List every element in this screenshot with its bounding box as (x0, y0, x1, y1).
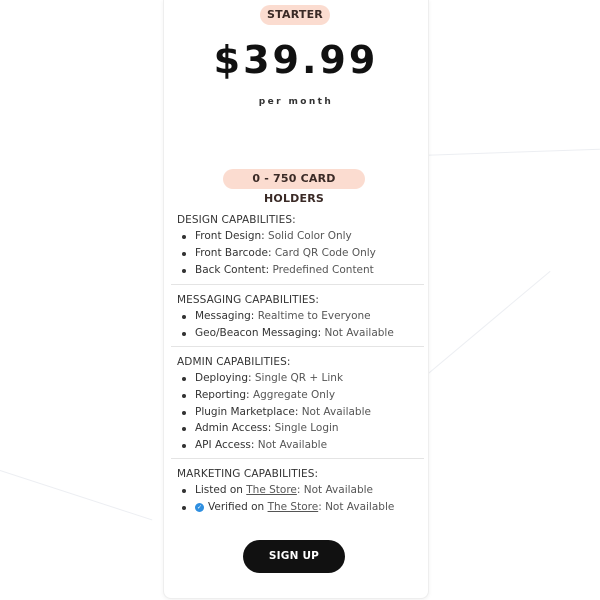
list-item: Front Barcode: Card QR Code Only (177, 245, 425, 262)
bullet-icon (182, 315, 186, 319)
item-label: Verified on (208, 500, 265, 513)
list-item: Admin Access: Single Login (177, 420, 425, 437)
bullet-icon (182, 331, 186, 336)
bullet-icon (182, 444, 186, 449)
the-store-link[interactable]: The Store (246, 484, 297, 496)
list-item: Reporting: Aggregate Only (177, 387, 425, 404)
item-value: Aggregate Only (252, 388, 336, 401)
item-value: Not Available (257, 439, 328, 452)
item-value: : Not Available (296, 484, 374, 496)
item-label: Listed on (195, 484, 243, 496)
section-title: DESIGN CAPABILITIES: (177, 214, 296, 226)
list-item: Listed on The Store: Not Available (177, 482, 425, 499)
item-label: Messaging: (195, 310, 255, 322)
background-line (419, 270, 551, 381)
background-line (419, 148, 600, 156)
divider (171, 284, 424, 285)
item-label: Front Design: (195, 230, 265, 242)
bullet-icon (182, 235, 186, 239)
item-value: Solid Color Only (268, 230, 352, 242)
list-item: Back Content: Predefined Content (177, 262, 425, 279)
bullet-icon (182, 427, 186, 432)
list-item: Deploying: Single QR + Link (177, 370, 425, 387)
item-label: Reporting: (195, 388, 250, 401)
list-item: Front Design: Solid Color Only (177, 228, 425, 245)
bullet-icon (182, 410, 186, 415)
item-value: Single QR + Link (254, 372, 344, 384)
marketing-capabilities-section: MARKETING CAPABILITIES: Listed on The St… (177, 466, 425, 516)
divider (171, 458, 424, 459)
section-title: ADMIN CAPABILITIES: (177, 356, 291, 368)
item-label: Plugin Marketplace: (195, 405, 299, 418)
item-value: Card QR Code Only (274, 246, 376, 259)
bullet-icon (182, 268, 186, 273)
item-value: : Not Available (318, 500, 395, 513)
bullet-icon (182, 393, 186, 398)
bullet-icon (182, 377, 186, 381)
divider (171, 346, 424, 347)
section-title: MESSAGING CAPABILITIES: (177, 294, 320, 306)
billing-period: per month (258, 97, 334, 107)
list-item: Messaging: Realtime to Everyone (177, 308, 425, 325)
bullet-icon (182, 505, 186, 510)
capability-list: Messaging: Realtime to Everyone Geo/Beac… (177, 308, 425, 342)
item-label: Admin Access: (195, 422, 272, 435)
capability-list: Listed on The Store: Not Available ✓ Veri… (177, 482, 425, 516)
messaging-capabilities-section: MESSAGING CAPABILITIES: Messaging: Realt… (177, 292, 425, 342)
verified-check-icon: ✓ (195, 502, 204, 512)
item-value: Not Available (301, 405, 371, 418)
card-holders-badge: 0 - 750 CARD HOLDERS (223, 169, 365, 205)
section-title: MARKETING CAPABILITIES: (177, 468, 319, 480)
admin-capabilities-section: ADMIN CAPABILITIES: Deploying: Single QR… (177, 354, 425, 454)
the-store-link[interactable]: The Store (268, 501, 319, 513)
list-item: Geo/Beacon Messaging: Not Available (177, 325, 425, 342)
plan-badge: STARTER (260, 5, 330, 25)
item-value: Realtime to Everyone (257, 310, 371, 322)
bullet-icon (182, 489, 186, 493)
sign-up-button[interactable]: SIGN UP (243, 540, 345, 573)
list-item: ✓ Verified on The Store: Not Available (177, 499, 425, 516)
item-value: Predefined Content (272, 263, 374, 276)
price: $39.99 (213, 38, 379, 82)
item-label: Front Barcode: (195, 246, 272, 259)
item-label: API Access: (195, 439, 255, 452)
item-value: Single Login (274, 422, 339, 435)
list-item: API Access: Not Available (177, 437, 425, 454)
bullet-icon (182, 251, 186, 256)
design-capabilities-section: DESIGN CAPABILITIES: Front Design: Solid… (177, 212, 425, 278)
capability-list: Front Design: Solid Color Only Front Bar… (177, 228, 425, 278)
background-line (0, 470, 153, 521)
pricing-card: STARTER $39.99 per month 0 - 750 CARD HO… (163, 0, 429, 599)
item-label: Geo/Beacon Messaging: (195, 326, 322, 339)
item-label: Deploying: (195, 372, 252, 384)
item-value: Not Available (324, 326, 394, 339)
capability-list: Deploying: Single QR + Link Reporting: A… (177, 370, 425, 454)
item-label: Back Content: (195, 263, 270, 276)
list-item: Plugin Marketplace: Not Available (177, 404, 425, 421)
